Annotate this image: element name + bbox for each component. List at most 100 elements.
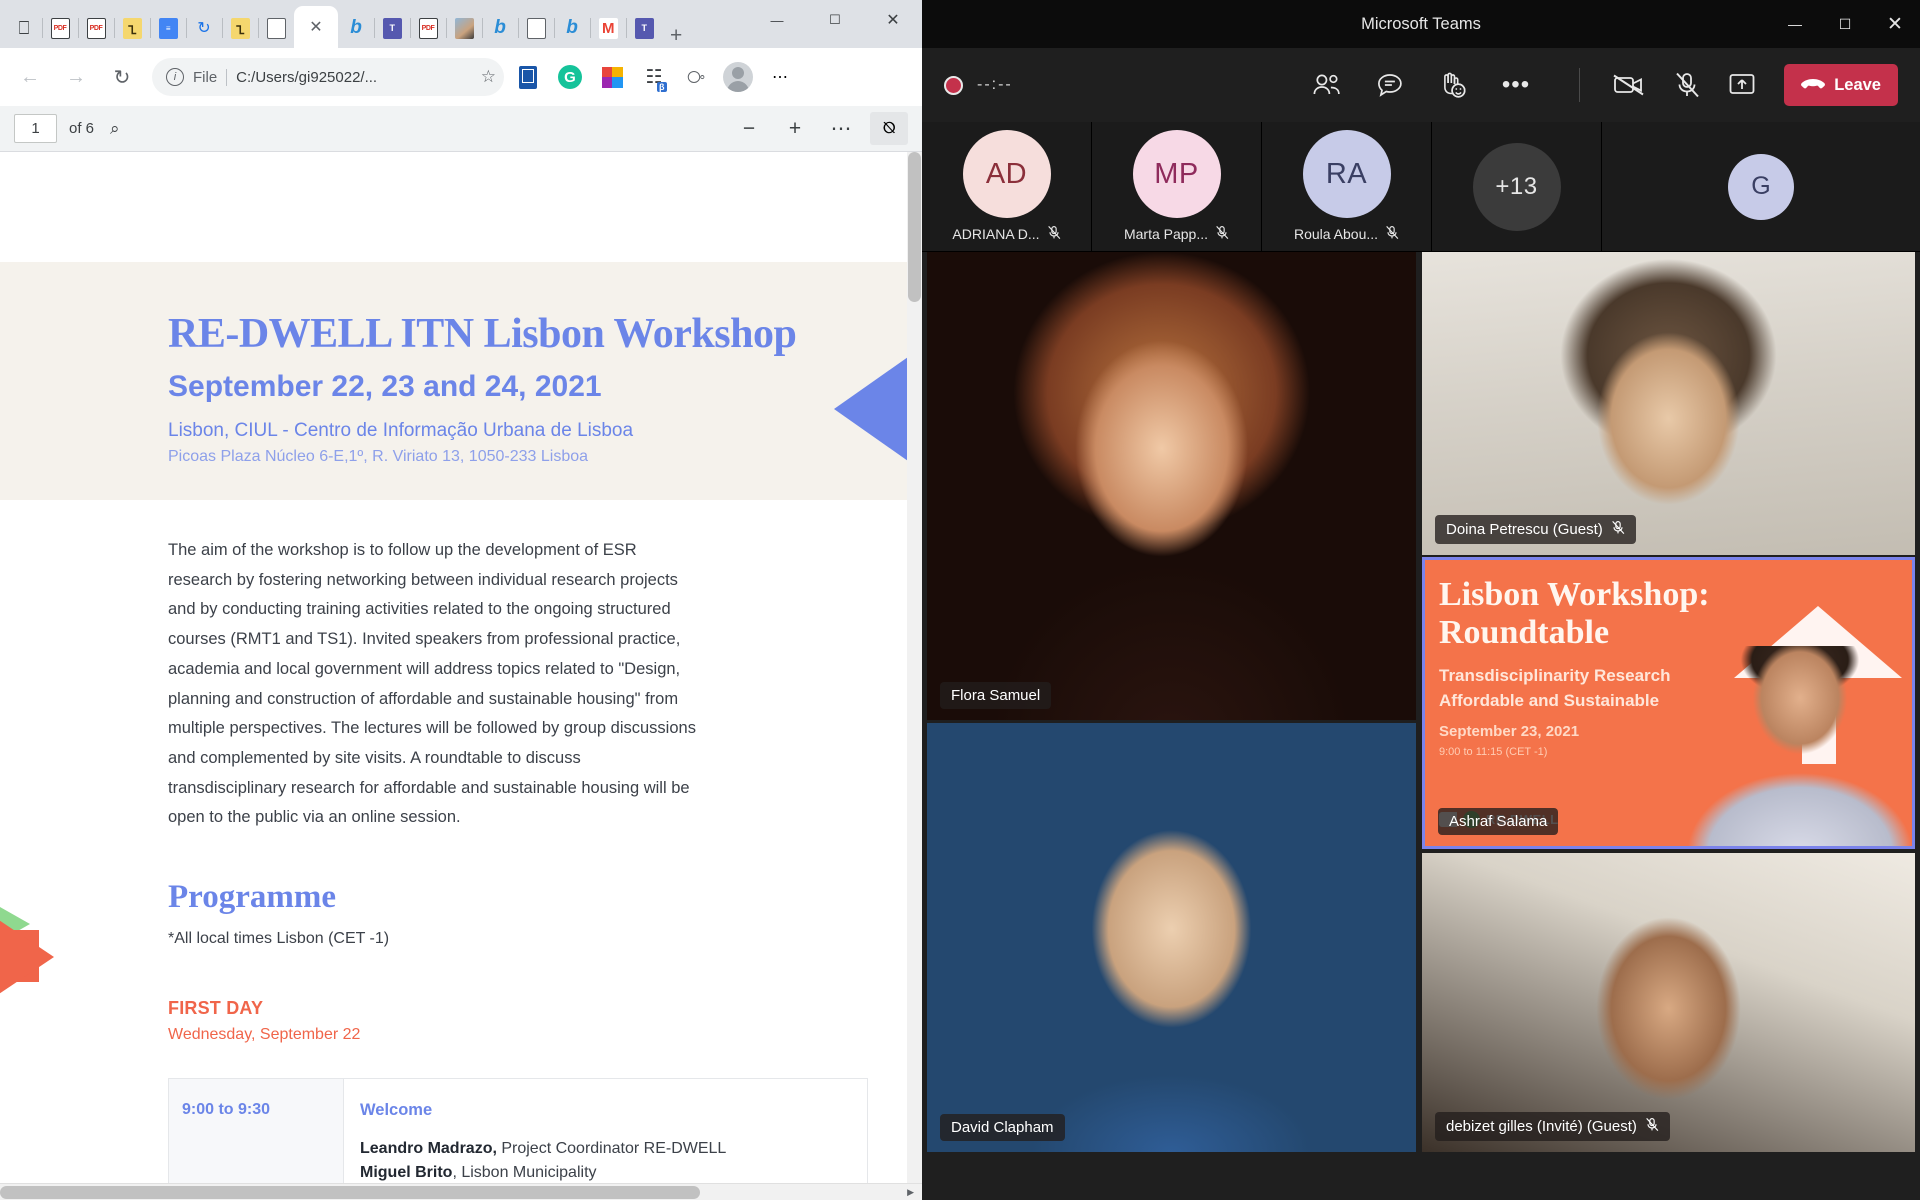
slide-subtitle-line2: Affordable and Sustainable (1439, 691, 1660, 710)
back-icon[interactable]: ← (10, 57, 50, 97)
leave-button[interactable]: Leave (1784, 64, 1898, 106)
colors-icon[interactable] (594, 59, 630, 95)
roster-item-1[interactable]: MP Marta Papp... (1092, 122, 1261, 252)
schedule-detail-cell: Welcome Leandro Madrazo, Project Coordin… (344, 1079, 867, 1200)
url-value: C:/Users/gi925022/... (236, 68, 378, 86)
avatar: AD (962, 130, 1051, 218)
puzzle-icon[interactable]: ⧂ (678, 59, 714, 95)
speaker-line: Miguel Brito, Lisbon Municipality (360, 1161, 867, 1185)
zoom-out-button[interactable]: − (732, 117, 766, 141)
close-icon[interactable]: ✕ (309, 17, 322, 37)
tab-sync-1[interactable]: ↻ (186, 8, 223, 48)
video-tile-david-clapham[interactable]: David Clapham (927, 723, 1416, 1152)
tab-active-pdf[interactable]: ✕ (294, 6, 338, 48)
pin-icon[interactable]: ⦰ (870, 112, 908, 145)
page-total-label: of 6 (69, 120, 95, 137)
tab-gmail-1[interactable]: M (590, 8, 627, 48)
tab-pdf-3[interactable]: PDF (410, 8, 447, 48)
tab-bing-3[interactable]: b (554, 8, 591, 48)
beta-icon[interactable]: ☷ β (636, 59, 672, 95)
meeting-toolbar: --:-- ••• Leave (922, 48, 1920, 122)
tab-blank-2[interactable] (518, 8, 555, 48)
tab-pdf-2[interactable]: PDF (78, 8, 115, 48)
close-window-button[interactable]: ✕ (864, 0, 922, 40)
mic-off-icon (1611, 520, 1625, 539)
grammarly-icon[interactable]: G (552, 59, 588, 95)
camera-off-icon[interactable] (1612, 72, 1646, 98)
video-grid: Flora Samuel Doina Petrescu (Guest) Lisb… (922, 252, 1920, 1200)
schedule-session-title: Welcome (360, 1101, 433, 1120)
participant-name: David Clapham (951, 1119, 1054, 1136)
teams-maximize-button[interactable]: ☐ (1820, 0, 1870, 48)
tab-bing-2[interactable]: b (482, 8, 519, 48)
speaker-affiliation: , Lisbon Municipality (452, 1164, 597, 1182)
bookmark-star-icon[interactable]: ☆ (481, 67, 496, 87)
roster-item-0[interactable]: AD ADRIANA D... (922, 122, 1091, 252)
tile-name-badge: Flora Samuel (940, 682, 1052, 709)
toolbar-right-group: Leave (1575, 64, 1898, 106)
reader-icon[interactable] (510, 59, 546, 95)
roster-item-2[interactable]: RA Roula Abou... (1262, 122, 1431, 252)
tab-mendeley-2[interactable]: 𝈼 (222, 8, 259, 48)
collections-icon[interactable]: ⎕ (6, 8, 43, 48)
avatar: MP (1132, 130, 1221, 218)
teams-minimize-button[interactable]: — (1770, 0, 1820, 48)
scroll-right-arrow-icon[interactable]: ▶ (907, 1187, 914, 1198)
minimize-button[interactable]: — (748, 0, 806, 40)
roster-overflow-item[interactable]: +13 (1432, 122, 1601, 252)
chat-icon[interactable] (1376, 72, 1404, 99)
slide-date: September 23, 2021 (1439, 723, 1580, 740)
browser-window-controls: — ☐ ✕ (748, 0, 922, 40)
video-tile-debizet-gilles[interactable]: debizet gilles (Invité) (Guest) (1422, 853, 1915, 1152)
teams-window: Microsoft Teams — ☐ ✕ --:-- ••• Leave AD… (922, 0, 1920, 1200)
leave-label: Leave (1834, 75, 1881, 94)
schedule-row: 9:00 to 9:30 Welcome Leandro Madrazo, Pr… (168, 1078, 868, 1200)
teams-window-controls: — ☐ ✕ (1770, 0, 1920, 48)
document-address: Picoas Plaza Núcleo 6-E,1º, R. Viriato 1… (168, 448, 589, 465)
speaker-name: Miguel Brito (360, 1164, 453, 1182)
vertical-scroll-thumb[interactable] (908, 152, 921, 302)
tab-doc-1[interactable]: ≡ (150, 8, 187, 48)
more-options-icon[interactable]: ••• (1502, 71, 1530, 99)
roster-name-row: ADRIANA D... (952, 225, 1060, 243)
maximize-button[interactable]: ☐ (806, 0, 864, 40)
search-icon[interactable]: ⌕ (110, 119, 120, 139)
browser-window: ⎕ PDF PDF 𝈼 ≡ ↻ 𝈼 ✕ b T PDF b b M T + — … (0, 0, 922, 1200)
participant-name: Flora Samuel (951, 687, 1041, 704)
horizontal-scrollbar[interactable]: ▶ (0, 1183, 922, 1200)
slide-title-line1: Lisbon Workshop: (1439, 576, 1710, 613)
tab-pdf-1[interactable]: PDF (42, 8, 79, 48)
tab-bing-1[interactable]: b (338, 8, 375, 48)
video-tile-ashraf-salama[interactable]: Lisbon Workshop: Roundtable Transdiscipl… (1422, 557, 1915, 849)
pdf-more-button[interactable]: ⋯ (824, 116, 858, 141)
teams-close-button[interactable]: ✕ (1870, 0, 1920, 48)
tab-photo-1[interactable] (446, 8, 483, 48)
self-avatar: G (1728, 153, 1794, 220)
share-screen-icon[interactable] (1728, 72, 1756, 98)
horizontal-scroll-thumb[interactable] (0, 1186, 700, 1199)
new-tab-button[interactable]: + (670, 24, 682, 48)
forward-icon[interactable]: → (56, 57, 96, 97)
speaker-affiliation: Project Coordinator RE-DWELL (496, 1140, 727, 1158)
schedule-time-cell: 9:00 to 9:30 (169, 1079, 344, 1200)
reload-icon[interactable]: ↻ (102, 57, 142, 97)
vertical-scrollbar[interactable] (907, 152, 922, 1200)
video-tile-doina-petrescu[interactable]: Doina Petrescu (Guest) (1422, 252, 1915, 555)
page-number-input[interactable]: 1 (14, 114, 57, 143)
tab-blank-1[interactable] (258, 8, 295, 48)
tile-name-badge: Doina Petrescu (Guest) (1435, 515, 1636, 544)
tab-teams-2[interactable]: T (626, 8, 662, 48)
avatar[interactable] (720, 59, 756, 95)
people-icon[interactable] (1312, 72, 1342, 98)
video-tile-flora-samuel[interactable]: Flora Samuel (927, 252, 1416, 720)
raise-hand-icon[interactable] (1438, 71, 1468, 99)
tab-mendeley-1[interactable]: 𝈼 (114, 8, 151, 48)
url-input[interactable]: i File C:/Users/gi925022/... ☆ (152, 58, 504, 96)
zoom-in-button[interactable]: + (778, 117, 812, 141)
mic-off-icon (1047, 225, 1061, 243)
mic-off-icon[interactable] (1674, 71, 1700, 99)
participant-name: Marta Papp... (1123, 226, 1209, 242)
tab-teams-1[interactable]: T (374, 8, 411, 48)
info-icon[interactable]: i (166, 68, 184, 86)
browser-menu-icon[interactable]: ⋯ (762, 59, 798, 95)
